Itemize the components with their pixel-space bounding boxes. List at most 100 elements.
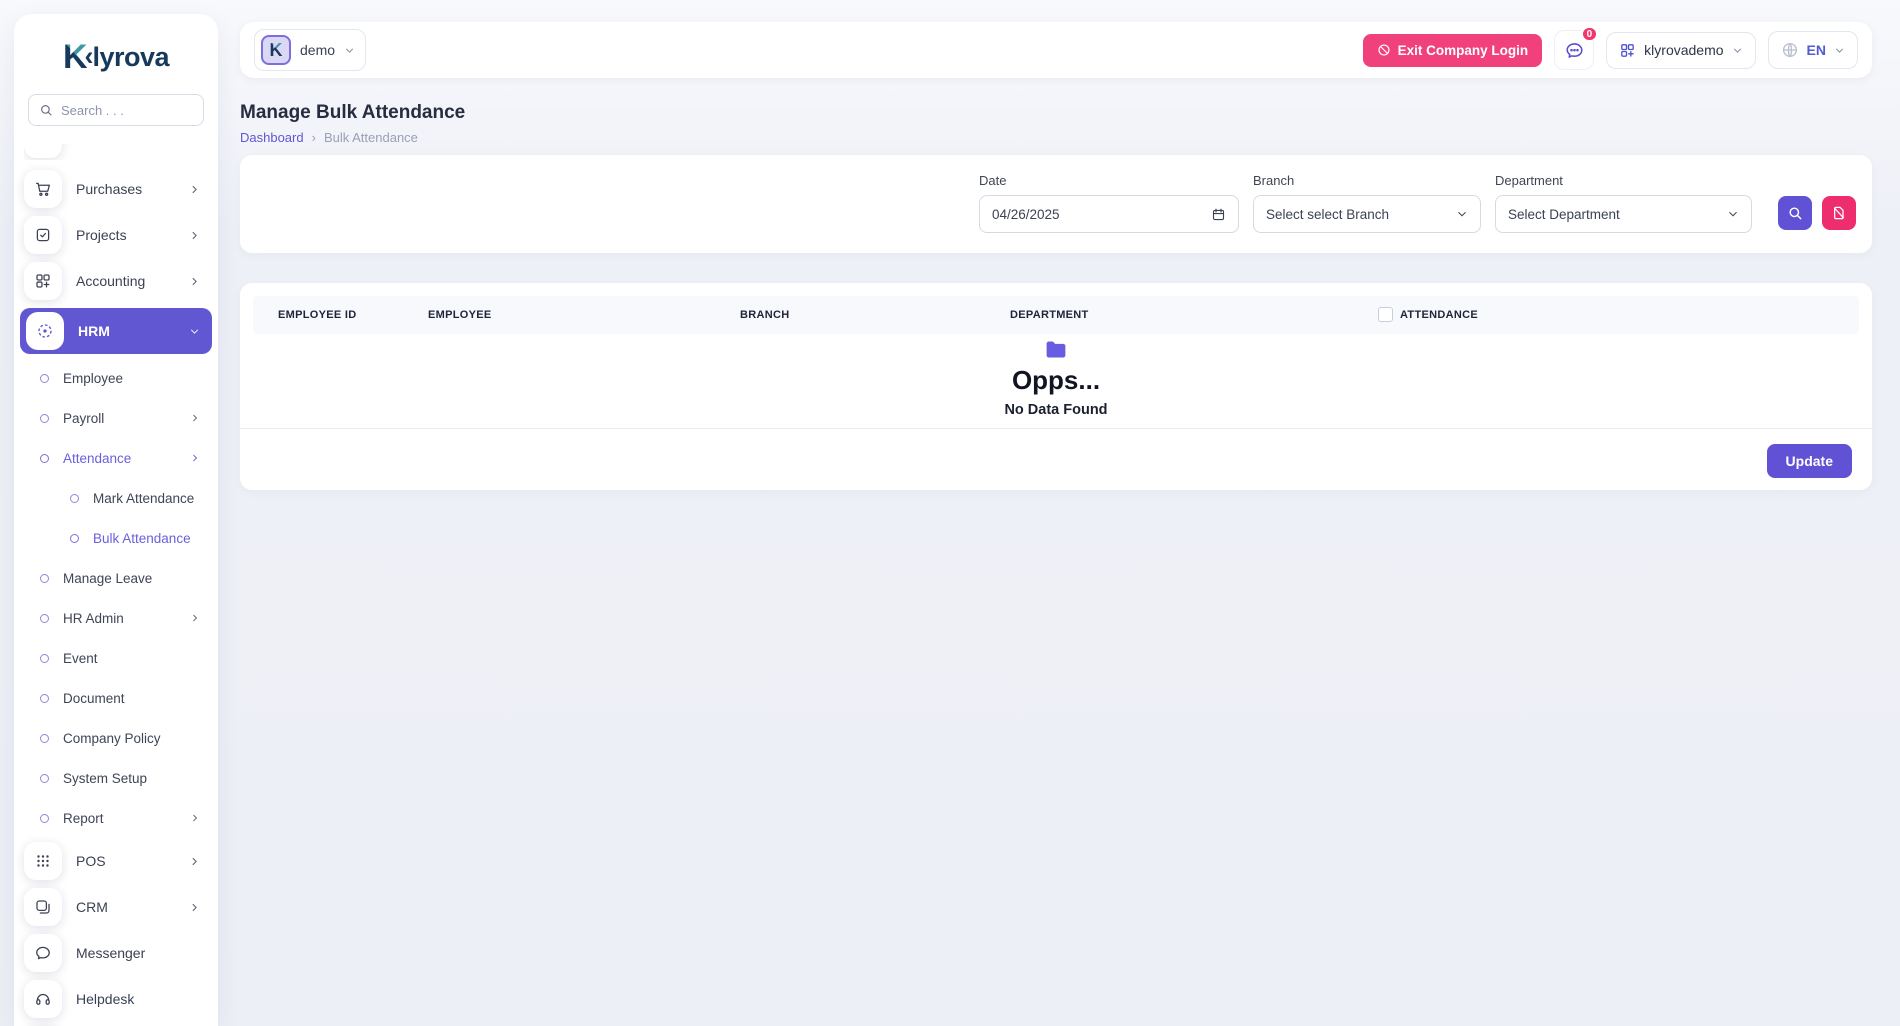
company-switcher[interactable]: K demo (254, 29, 366, 71)
sidebar-item-crm[interactable]: CRM (24, 888, 208, 926)
sidebar-item-label: Helpdesk (76, 991, 134, 1007)
globe-icon (1781, 41, 1799, 59)
branch-filter-group: Branch Select select Branch (1253, 173, 1481, 233)
chevron-right-icon (190, 613, 200, 623)
sidebar-menu: Purchases Projects Accounting HRM (14, 134, 218, 1026)
sidebar-item-label: Company Policy (63, 731, 161, 746)
sidebar-item-label: Payroll (63, 411, 104, 426)
messages-count-badge: 0 (1581, 26, 1599, 42)
select-all-attendance-checkbox[interactable] (1378, 307, 1393, 322)
circle-icon (40, 814, 49, 823)
sidebar-item-helpdesk[interactable]: Helpdesk (24, 980, 208, 1018)
sidebar-item-system-setup[interactable]: System Setup (24, 762, 208, 794)
search-input[interactable] (61, 103, 218, 118)
chevron-down-icon (1456, 208, 1468, 220)
department-selected-value: Select Department (1508, 207, 1727, 222)
language-menu[interactable]: EN (1768, 31, 1858, 69)
chat-bubble-icon (1564, 40, 1585, 61)
calendar-icon[interactable] (1211, 207, 1226, 222)
department-select[interactable]: Select Department (1495, 195, 1752, 233)
chevron-down-icon (344, 45, 355, 56)
column-header-employee-id: EMPLOYEE ID (278, 296, 356, 334)
sidebar-item-event[interactable]: Event (24, 642, 208, 674)
department-filter-group: Department Select Department (1495, 173, 1752, 233)
sidebar-item-label: Event (63, 651, 98, 666)
clipboard-check-icon (24, 216, 62, 254)
table-header-row: EMPLOYEE ID EMPLOYEE BRANCH DEPARTMENT A… (253, 296, 1859, 334)
branch-select[interactable]: Select select Branch (1253, 195, 1481, 233)
chat-icon (24, 934, 62, 972)
account-name: klyrovademo (1644, 42, 1723, 58)
breadcrumb-separator: › (312, 130, 316, 145)
divider (240, 428, 1872, 429)
sidebar-item-company-policy[interactable]: Company Policy (24, 722, 208, 754)
sidebar-item-attendance[interactable]: Attendance (24, 442, 208, 474)
column-header-employee: EMPLOYEE (428, 296, 492, 334)
column-header-attendance: ATTENDANCE (1400, 296, 1478, 334)
headset-icon (24, 980, 62, 1018)
filter-card: Date 04/26/2025 Branch Select select Bra… (240, 155, 1872, 253)
folder-icon (1045, 341, 1067, 358)
chevron-right-icon (189, 902, 200, 913)
grid-plus-icon (1619, 42, 1636, 59)
sidebar-item-label: Purchases (76, 181, 142, 197)
search-icon (1787, 205, 1803, 221)
circle-icon (40, 374, 49, 383)
dots-grid-icon (24, 842, 62, 880)
branch-selected-value: Select select Branch (1266, 207, 1456, 222)
filter-reset-button[interactable] (1822, 196, 1856, 230)
sidebar-item-label: CRM (76, 899, 108, 915)
empty-state: Opps... No Data Found (240, 341, 1872, 418)
logo-wordmark: lyrova (93, 44, 170, 71)
breadcrumb-dashboard-link[interactable]: Dashboard (240, 130, 304, 145)
sidebar-item-label: Document (63, 691, 125, 706)
scrolled-menu-item-partial (24, 144, 208, 160)
sidebar-item-label: Projects (76, 227, 127, 243)
sidebar-item-employee[interactable]: Employee (24, 362, 208, 394)
circle-icon (40, 694, 49, 703)
sidebar-item-label: Accounting (76, 273, 145, 289)
sidebar-item-label: Mark Attendance (93, 491, 194, 506)
sidebar-item-bulk-attendance[interactable]: Bulk Attendance (24, 522, 208, 554)
sidebar-item-projects[interactable]: Projects (24, 216, 208, 254)
brand-logo: K‹lyrova (14, 14, 218, 88)
sidebar-item-payroll[interactable]: Payroll (24, 402, 208, 434)
chevron-right-icon (189, 276, 200, 287)
exit-company-login-button[interactable]: Exit Company Login (1363, 34, 1543, 67)
account-menu[interactable]: klyrovademo (1606, 32, 1755, 69)
chevron-down-icon (1834, 45, 1845, 56)
company-avatar: K (261, 35, 291, 65)
messages-button[interactable]: 0 (1554, 30, 1594, 70)
sidebar-item-hr-admin[interactable]: HR Admin (24, 602, 208, 634)
date-label: Date (979, 173, 1239, 188)
sidebar-item-purchases[interactable]: Purchases (24, 170, 208, 208)
chevron-down-icon (189, 326, 200, 337)
sidebar-item-label: Manage Leave (63, 571, 152, 586)
column-header-department: DEPARTMENT (1010, 296, 1089, 334)
sidebar-item-mark-attendance[interactable]: Mark Attendance (24, 482, 208, 514)
sidebar-item-label: Attendance (63, 451, 131, 466)
sidebar-item-label: Report (63, 811, 104, 826)
circle-icon (40, 614, 49, 623)
date-value: 04/26/2025 (992, 207, 1211, 222)
app-window-icon (24, 888, 62, 926)
column-header-branch: BRANCH (740, 296, 789, 334)
sidebar-item-document[interactable]: Document (24, 682, 208, 714)
sidebar-item-report[interactable]: Report (24, 802, 208, 834)
sidebar-search[interactable] (28, 94, 204, 126)
sidebar-item-messenger[interactable]: Messenger (24, 934, 208, 972)
sidebar-item-hrm[interactable]: HRM (20, 308, 212, 354)
filter-search-button[interactable] (1778, 196, 1812, 230)
sidebar-item-manage-leave[interactable]: Manage Leave (24, 562, 208, 594)
sidebar-item-label: HR Admin (63, 611, 124, 626)
sidebar-item-label: Employee (63, 371, 123, 386)
date-filter-group: Date 04/26/2025 (979, 173, 1239, 233)
sidebar-item-label: POS (76, 853, 106, 869)
empty-state-title: Opps... (240, 365, 1872, 396)
sidebar-item-accounting[interactable]: Accounting (24, 262, 208, 300)
empty-state-subtitle: No Data Found (240, 402, 1872, 418)
date-input[interactable]: 04/26/2025 (979, 195, 1239, 233)
cart-icon (24, 170, 62, 208)
sidebar-item-pos[interactable]: POS (24, 842, 208, 880)
update-button[interactable]: Update (1767, 444, 1852, 478)
